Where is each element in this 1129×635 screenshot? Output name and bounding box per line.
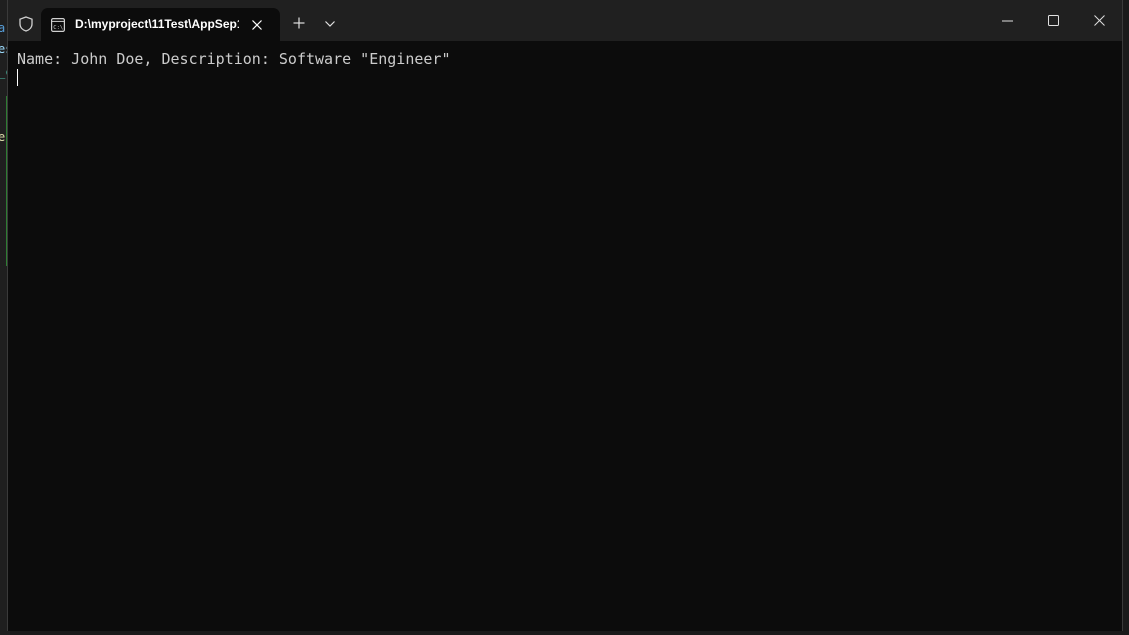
svg-text:C:\: C:\ <box>53 25 63 31</box>
terminal-icon: C:\ <box>51 18 66 33</box>
minimize-icon[interactable] <box>984 0 1030 41</box>
tab-title: D:\myproject\11Test\AppSep1 <box>75 17 239 31</box>
close-icon[interactable] <box>1076 0 1122 41</box>
output-line: Name: John Doe, Description: Software "E… <box>17 50 451 68</box>
maximize-icon[interactable] <box>1030 0 1076 41</box>
terminal-window: C:\ D:\myproject\11Test\AppSep1 Name: Jo… <box>7 0 1123 631</box>
plus-icon[interactable] <box>291 15 307 31</box>
shield-icon[interactable] <box>17 15 35 33</box>
close-icon[interactable] <box>249 17 265 33</box>
tab-active[interactable]: C:\ D:\myproject\11Test\AppSep1 <box>41 8 280 41</box>
title-bar[interactable]: C:\ D:\myproject\11Test\AppSep1 <box>8 0 1122 41</box>
terminal-output-area[interactable]: Name: John Doe, Description: Software "E… <box>8 41 1122 631</box>
text-cursor <box>17 69 18 86</box>
chevron-down-icon[interactable] <box>323 17 337 31</box>
